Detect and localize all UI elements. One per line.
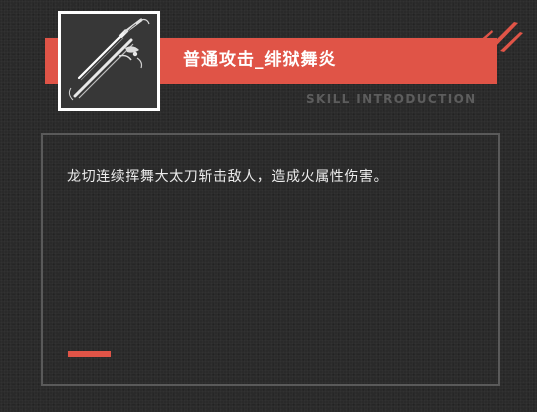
skill-subtitle: SKILL INTRODUCTION bbox=[306, 92, 477, 106]
description-box: 龙切连续挥舞大太刀斩击敌人，造成火属性伤害。 bbox=[41, 133, 500, 386]
skill-title: 普通攻击_绯狱舞炎 bbox=[183, 50, 337, 70]
weapon-icon-background bbox=[61, 14, 157, 108]
weapon-icon-frame bbox=[58, 11, 160, 111]
skill-intro-panel: 普通攻击_绯狱舞炎 SKILL INTRODUCTION 龙切连续挥舞大太刀斩击… bbox=[0, 0, 537, 412]
accent-bar bbox=[68, 351, 111, 357]
sword-icon bbox=[68, 18, 150, 101]
skill-description: 龙切连续挥舞大太刀斩击敌人，造成火属性伤害。 bbox=[67, 169, 389, 185]
slash-decoration-icon bbox=[478, 22, 523, 52]
